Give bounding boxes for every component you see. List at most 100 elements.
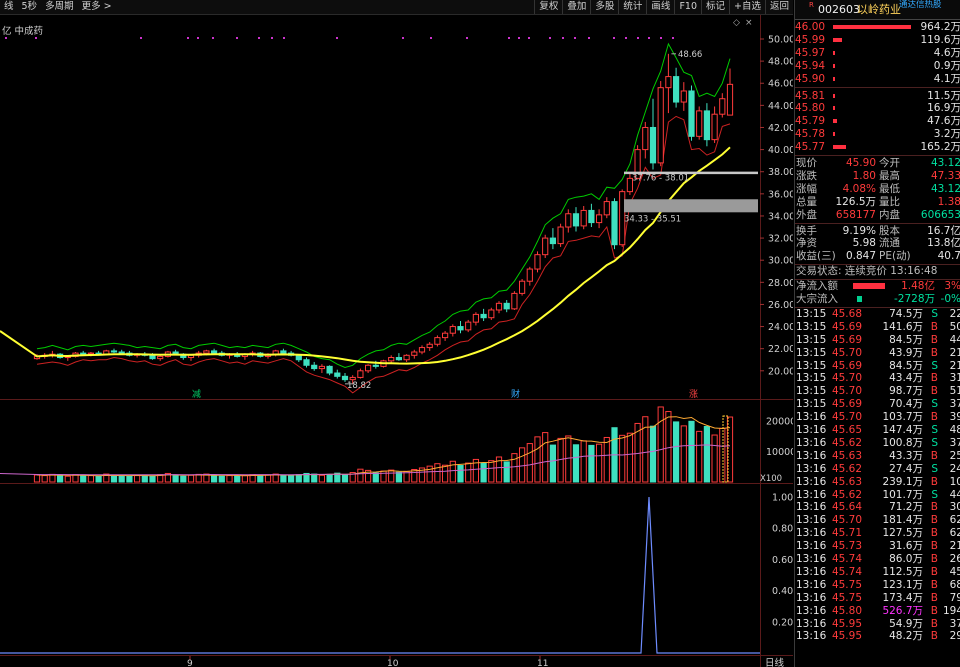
tick-row[interactable]: 13:16 45.95 54.9万 B 37 xyxy=(795,618,960,631)
tick-row[interactable]: 13:15 45.70 43.9万 B 21 xyxy=(795,347,960,360)
tick-row[interactable]: 13:16 45.63 239.1万 B 10 xyxy=(795,476,960,489)
tick-row[interactable]: 13:16 45.64 71.2万 B 30 xyxy=(795,501,960,514)
volume-bar xyxy=(110,474,118,483)
toolbar-left-item-3[interactable]: 更多 > xyxy=(78,0,116,14)
toolbar-left-item-2[interactable]: 多周期 xyxy=(41,0,78,14)
period-button[interactable]: 日线 xyxy=(765,657,785,667)
flow-bar xyxy=(853,283,885,290)
candle-body xyxy=(596,214,603,224)
tick-row[interactable]: 13:16 45.62 27.4万 S 24 xyxy=(795,463,960,476)
tick-row[interactable]: 13:16 45.75 123.1万 B 68 xyxy=(795,579,960,592)
tick-row[interactable]: 13:16 45.63 43.3万 B 25 xyxy=(795,450,960,463)
tick-row[interactable]: 13:16 45.80 526.7万 B 194 xyxy=(795,605,960,618)
tick-row[interactable]: 13:15 45.68 74.5万 S 22 xyxy=(795,308,960,321)
tick-price: 45.63 xyxy=(831,475,862,488)
toolbar-right-item-4[interactable]: 画线 xyxy=(646,0,674,14)
toolbar-right-item-0[interactable]: 复权 xyxy=(534,0,562,14)
signal-dot xyxy=(637,37,639,39)
tick-volume: 54.9万 xyxy=(889,617,923,630)
bid-volume: 165.2万 xyxy=(920,141,960,154)
indicator-axis-label: 0.80 xyxy=(772,524,793,535)
tick-row[interactable]: 13:15 45.70 43.4万 B 31 xyxy=(795,372,960,385)
volume-bar xyxy=(619,434,626,483)
price-axis-label: 32.00 xyxy=(768,234,793,245)
tick-row[interactable]: 13:16 45.62 101.7万 S 44 xyxy=(795,489,960,502)
tick-count: 45 xyxy=(949,565,960,578)
tick-row[interactable]: 13:16 45.70 103.7万 B 39 xyxy=(795,411,960,424)
indicator-axis-label: 0.20 xyxy=(772,617,793,628)
quote-panel: R 002603 以岭药业 通达信热股 46.00 964.2万 45.99 119.… xyxy=(794,0,960,667)
stat-value: 4.08% xyxy=(842,182,876,195)
bid-price: 45.79 xyxy=(795,115,826,128)
toolbar-right-item-7[interactable]: +自选 xyxy=(729,0,765,14)
stat-label: 涨幅 xyxy=(796,182,817,195)
candle-body xyxy=(526,268,533,282)
volume-bar xyxy=(380,470,387,483)
kline-chart[interactable]: 50.00 48.00 46.00 44.00 42.00 40.00 38.00 36.00… xyxy=(0,15,793,667)
bid-row: 45.81 11.5万 xyxy=(795,90,960,103)
volume-bar xyxy=(172,475,179,483)
toolbar-right-item-1[interactable]: 叠加 xyxy=(562,0,590,14)
tick-volume: 31.6万 xyxy=(889,540,923,553)
stat-value: 43.12 xyxy=(930,157,960,169)
toolbar-right-item-6[interactable]: 标记 xyxy=(701,0,729,14)
bid-price: 45.77 xyxy=(795,141,826,154)
volume-bar xyxy=(434,463,441,483)
signal-dot xyxy=(528,37,530,39)
tick-row[interactable]: 13:15 45.70 98.7万 B 51 xyxy=(795,385,960,398)
tick-side: S xyxy=(931,462,938,475)
tick-side: B xyxy=(930,604,938,617)
signal-dot xyxy=(430,37,432,39)
signal-dot xyxy=(258,37,260,39)
toolbar-right-item-3[interactable]: 统计 xyxy=(618,0,646,14)
tick-count: 29 xyxy=(949,630,960,643)
volume-bar xyxy=(95,476,102,483)
tick-side: B xyxy=(930,501,938,514)
toolbar-right-item-8[interactable]: 返回 xyxy=(764,0,793,14)
candle-body xyxy=(203,350,210,354)
tick-time: 13:16 xyxy=(796,527,827,540)
tick-row[interactable]: 13:16 45.65 147.4万 S 48 xyxy=(795,424,960,437)
tick-volume: 112.5万 xyxy=(882,565,923,578)
tick-time: 13:15 xyxy=(796,333,827,346)
tick-row[interactable]: 13:15 45.69 84.5万 B 44 xyxy=(795,334,960,347)
tick-time: 13:15 xyxy=(796,398,827,411)
tick-price: 45.95 xyxy=(831,630,862,643)
tick-row[interactable]: 13:15 45.69 84.5万 S 21 xyxy=(795,360,960,373)
tick-price: 45.62 xyxy=(831,436,862,449)
stat-value: 606653 xyxy=(920,208,960,221)
candle-body xyxy=(80,352,87,355)
signal-dot xyxy=(574,37,576,39)
tick-row[interactable]: 13:16 45.74 86.0万 B 26 xyxy=(795,553,960,566)
volume-bar xyxy=(72,474,79,483)
volume-bar xyxy=(280,475,287,483)
tick-side: B xyxy=(930,514,938,527)
tick-row[interactable]: 13:16 45.62 100.8万 S 37 xyxy=(795,437,960,450)
toolbar-left-item-1[interactable]: 5秒 xyxy=(18,0,42,14)
tick-time: 13:16 xyxy=(796,565,827,578)
tick-row[interactable]: 13:16 45.71 127.5万 B 62 xyxy=(795,527,960,540)
toolbar-right-item-2[interactable]: 多股 xyxy=(590,0,618,14)
tick-row[interactable]: 13:15 45.69 141.6万 B 50 xyxy=(795,321,960,334)
tick-row[interactable]: 13:16 45.73 31.6万 B 21 xyxy=(795,540,960,553)
hot-stock-link[interactable]: 通达信热股 xyxy=(899,0,942,15)
trade-status-text: 交易状态: 连续竞价 13:16:48 xyxy=(796,265,938,278)
volume-bar xyxy=(626,432,633,483)
tick-row[interactable]: 13:16 45.95 48.2万 B 29 xyxy=(795,630,960,643)
event-tag: 减 xyxy=(192,388,201,400)
signal-dot xyxy=(187,37,189,39)
tick-row[interactable]: 13:15 45.69 70.4万 S 37 xyxy=(795,398,960,411)
volume-bar xyxy=(549,444,556,483)
tick-side: B xyxy=(930,565,938,578)
toolbar-right-item-5[interactable]: F10 xyxy=(674,0,701,14)
tick-row[interactable]: 13:16 45.70 181.4万 B 62 xyxy=(795,514,960,527)
tick-volume: 141.6万 xyxy=(882,320,923,333)
tick-row[interactable]: 13:16 45.74 112.5万 B 45 xyxy=(795,566,960,579)
tick-row[interactable]: 13:16 45.75 173.4万 B 79 xyxy=(795,592,960,605)
tick-side: B xyxy=(930,411,938,424)
tick-count: 62 xyxy=(949,514,960,527)
trade-status: 交易状态: 连续竞价 13:16:48 xyxy=(795,265,960,278)
candle-body xyxy=(295,354,302,361)
toolbar-left-item-0[interactable]: 线 xyxy=(0,0,18,14)
volume-bar xyxy=(534,436,541,483)
